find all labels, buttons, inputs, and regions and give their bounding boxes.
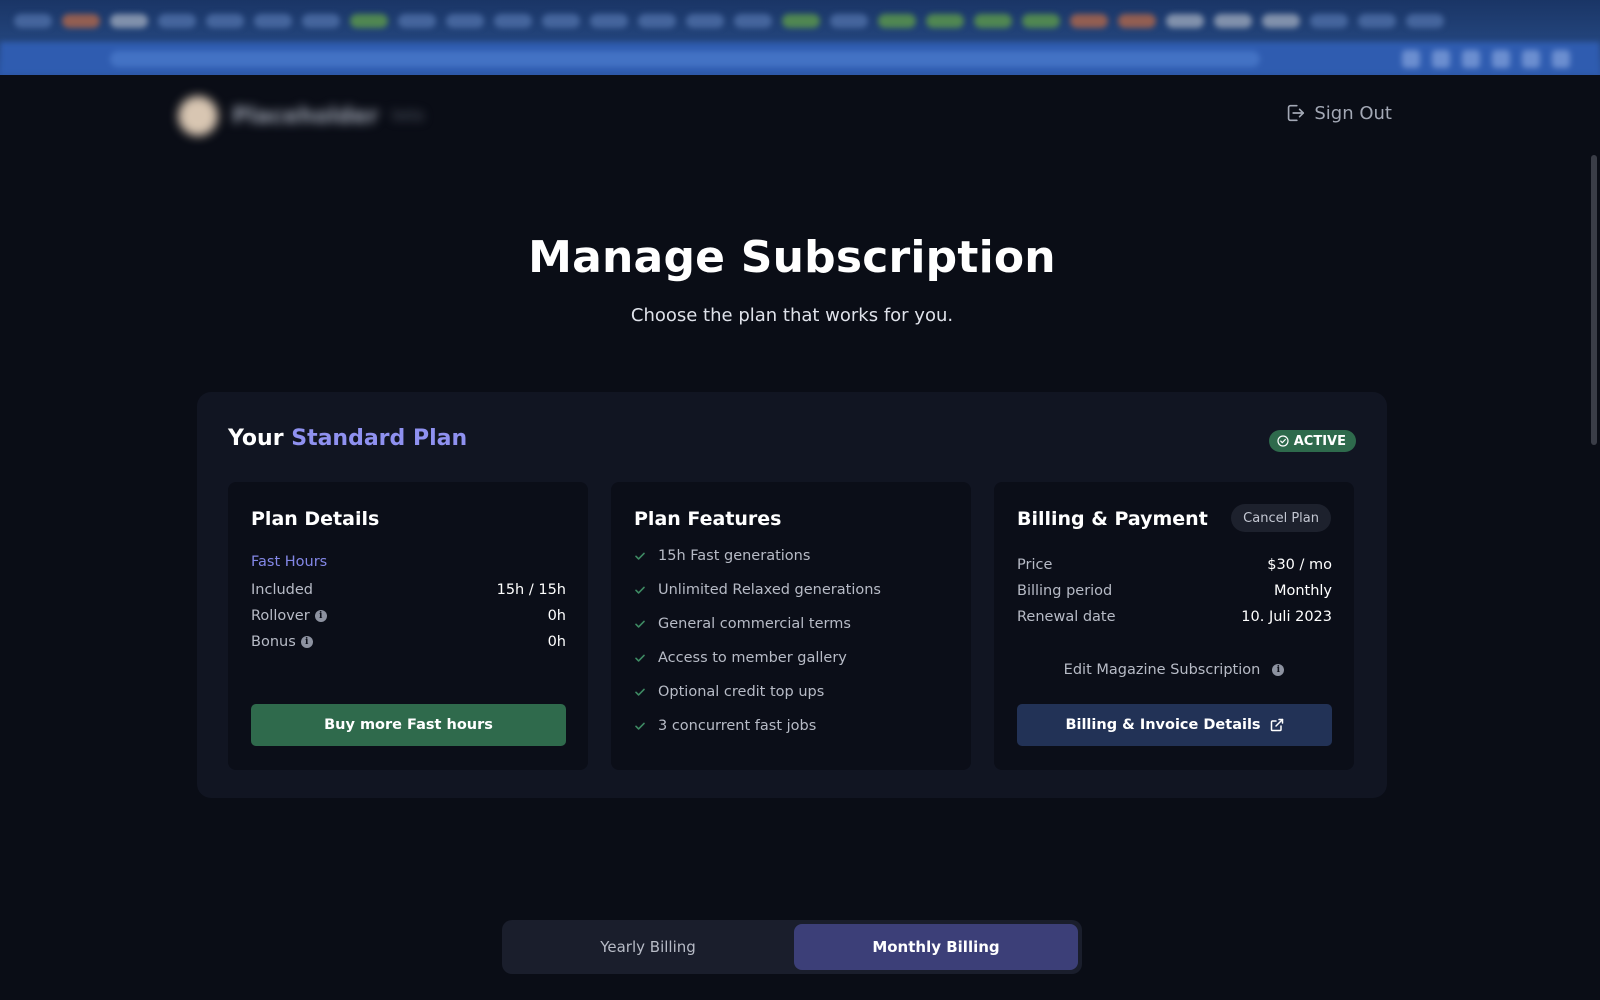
- browser-chrome: [0, 0, 1600, 75]
- feature-item: General commercial terms: [634, 616, 851, 632]
- check-icon: [635, 586, 645, 594]
- feature-item: Unlimited Relaxed generations: [634, 582, 881, 598]
- brand-sub: beta: [392, 108, 424, 124]
- status-badge-label: ACTIVE: [1293, 433, 1346, 449]
- buy-fast-hours-button[interactable]: Buy more Fast hours: [251, 704, 566, 746]
- detail-row-included: Included 15h / 15h: [251, 582, 566, 598]
- plan-features-title: Plan Features: [634, 508, 782, 530]
- billing-row-renewal: Renewal date 10. Juli 2023: [1017, 609, 1332, 625]
- billing-value: Monthly: [1273, 583, 1332, 599]
- feature-item: Optional credit top ups: [634, 684, 824, 700]
- fast-hours-label: Fast Hours: [251, 554, 328, 570]
- detail-row-rollover: Rollover i 0h: [251, 608, 566, 624]
- check-icon: [635, 552, 645, 560]
- site-header: Placeholder beta Sign Out: [178, 92, 1392, 140]
- billing-label: Price: [1017, 557, 1053, 573]
- plan-details-title: Plan Details: [251, 508, 380, 530]
- page-scrollbar[interactable]: [1588, 75, 1600, 1000]
- sign-out-button[interactable]: Sign Out: [1284, 102, 1392, 124]
- cancel-plan-button[interactable]: Cancel Plan: [1231, 504, 1331, 532]
- check-circle-icon: [1277, 435, 1289, 447]
- detail-label: Bonus: [251, 634, 296, 650]
- billing-payment-panel: Billing & Payment Cancel Plan Price $30 …: [994, 482, 1354, 770]
- detail-row-bonus: Bonus i 0h: [251, 634, 566, 650]
- status-badge: ACTIVE: [1268, 430, 1356, 452]
- plan-features-panel: Plan Features 15h Fast generations Unlim…: [611, 482, 971, 770]
- detail-value: 15h / 15h: [496, 582, 566, 598]
- billing-period-toggle: Yearly Billing Monthly Billing: [502, 920, 1082, 974]
- page-subtitle: Choose the plan that works for you.: [630, 305, 954, 326]
- billing-value: $30 / mo: [1267, 557, 1332, 573]
- page-title: Manage Subscription: [528, 232, 1056, 283]
- feature-item: 3 concurrent fast jobs: [634, 718, 816, 734]
- plan-name: Standard Plan: [291, 426, 468, 451]
- sign-out-label: Sign Out: [1314, 102, 1392, 124]
- brand-logo-icon: [178, 96, 218, 136]
- detail-value: 0h: [547, 608, 566, 624]
- plan-details-panel: Plan Details Fast Hours Included 15h / 1…: [228, 482, 588, 770]
- billing-row-period: Billing period Monthly: [1017, 583, 1332, 599]
- feature-item: 15h Fast generations: [634, 548, 810, 564]
- yearly-billing-option[interactable]: Yearly Billing: [506, 924, 790, 970]
- edit-magazine-label: Edit Magazine Subscription: [1063, 662, 1261, 678]
- browser-tab-strip: [0, 0, 1600, 42]
- check-icon: [635, 688, 645, 696]
- detail-label: Included: [251, 582, 313, 598]
- billing-value: 10. Juli 2023: [1241, 609, 1332, 625]
- check-icon: [635, 722, 645, 730]
- sign-out-icon: [1288, 104, 1305, 122]
- info-icon[interactable]: i: [300, 636, 313, 648]
- billing-invoice-details-button[interactable]: Billing & Invoice Details: [1017, 704, 1332, 746]
- scrollbar-thumb[interactable]: [1591, 155, 1597, 445]
- info-icon[interactable]: i: [1272, 664, 1285, 676]
- plan-title-prefix: Your: [228, 426, 284, 451]
- info-icon[interactable]: i: [314, 610, 327, 622]
- brand-logo-area[interactable]: Placeholder beta: [178, 96, 424, 136]
- browser-address-bar: [0, 42, 1600, 75]
- edit-magazine-subscription-link[interactable]: Edit Magazine Subscription i: [994, 662, 1354, 678]
- external-link-icon: [1270, 718, 1283, 732]
- plan-title: Your Standard Plan: [228, 426, 467, 451]
- invoice-button-label: Billing & Invoice Details: [1065, 717, 1261, 733]
- detail-label: Rollover: [251, 608, 310, 624]
- detail-value: 0h: [547, 634, 566, 650]
- brand-name: Placeholder: [232, 103, 379, 129]
- billing-label: Renewal date: [1017, 609, 1116, 625]
- check-icon: [635, 654, 645, 662]
- billing-label: Billing period: [1017, 583, 1113, 599]
- billing-payment-title: Billing & Payment: [1017, 508, 1208, 530]
- check-icon: [635, 620, 645, 628]
- feature-item: Access to member gallery: [634, 650, 847, 666]
- current-plan-card: Your Standard Plan ACTIVE Plan Details F…: [197, 392, 1387, 798]
- monthly-billing-option[interactable]: Monthly Billing: [794, 924, 1078, 970]
- billing-row-price: Price $30 / mo: [1017, 557, 1332, 573]
